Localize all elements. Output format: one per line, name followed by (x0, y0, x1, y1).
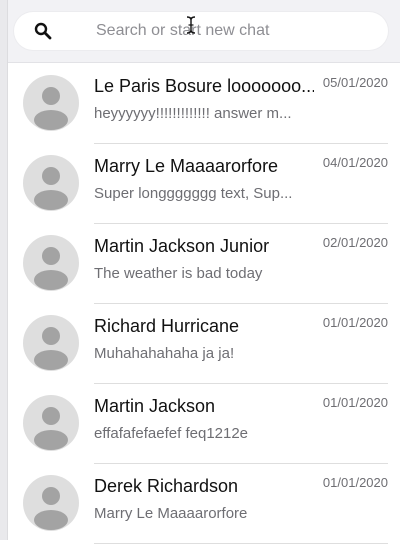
search-icon[interactable] (34, 22, 52, 40)
search-bar[interactable] (14, 12, 388, 50)
chat-list: Le Paris Bosure looooooo... heyyyyyy!!!!!… (0, 63, 400, 544)
chat-last-message: Super longgggggg text, Sup... (94, 185, 293, 202)
default-avatar-icon (23, 235, 79, 291)
chat-name: Martin Jackson Junior (94, 236, 270, 256)
chat-list-item[interactable]: Martin Jackson effafafefaefef feq1212e 01/… (0, 383, 400, 464)
chat-item-body: Marry Le Maaaarorfore Super longgggggg te… (94, 143, 388, 224)
chat-item-body: Martin Jackson effafafefaefef feq1212e 01/… (94, 383, 388, 464)
chat-list-item[interactable]: Derek Richardson Marry Le Maaaarorfore 01/… (0, 463, 400, 544)
left-panel-edge (0, 0, 8, 540)
chat-list-item[interactable]: Le Paris Bosure looooooo... heyyyyyy!!!!!… (0, 63, 400, 144)
default-avatar-icon (23, 475, 79, 531)
chat-list-item[interactable]: Martin Jackson Junior The weather is bad … (0, 223, 400, 304)
chat-date: 01/01/2020 (322, 315, 388, 330)
chat-last-message: The weather is bad today (94, 265, 263, 282)
chat-date: 05/01/2020 (322, 75, 388, 90)
chat-date: 01/01/2020 (322, 475, 388, 490)
chat-item-body: Derek Richardson Marry Le Maaaarorfore 01/… (94, 463, 388, 544)
chat-date: 02/01/2020 (322, 235, 388, 250)
chat-name: Le Paris Bosure looooooo... (94, 76, 314, 96)
default-avatar-icon (23, 395, 79, 451)
chat-name: Marry Le Maaaarorfore (94, 156, 279, 176)
chat-date: 04/01/2020 (322, 155, 388, 170)
chat-list-item[interactable]: Richard Hurricane Muhahahahaha ja ja! 01/0… (0, 303, 400, 384)
search-input[interactable] (96, 12, 376, 50)
default-avatar-icon (23, 315, 79, 371)
chat-item-body: Richard Hurricane Muhahahahaha ja ja! 01/0… (94, 303, 388, 384)
default-avatar-icon (23, 155, 79, 211)
chat-last-message: Marry Le Maaaarorfore (94, 505, 248, 522)
chat-item-body: Martin Jackson Junior The weather is bad … (94, 223, 388, 304)
chat-name: Martin Jackson (94, 396, 216, 416)
default-avatar-icon (23, 75, 79, 131)
chat-last-message: Muhahahahaha ja ja! (94, 345, 235, 362)
chat-date: 01/01/2020 (322, 395, 388, 410)
search-header (0, 0, 400, 63)
chat-name: Richard Hurricane (94, 316, 240, 336)
chat-last-message: effafafefaefef feq1212e (94, 425, 249, 442)
chat-item-body: Le Paris Bosure looooooo... heyyyyyy!!!!!… (94, 63, 388, 144)
chat-last-message: heyyyyyy!!!!!!!!!!!!! answer m... (94, 105, 292, 122)
chat-name: Derek Richardson (94, 476, 239, 496)
chat-list-item[interactable]: Marry Le Maaaarorfore Super longgggggg te… (0, 143, 400, 224)
